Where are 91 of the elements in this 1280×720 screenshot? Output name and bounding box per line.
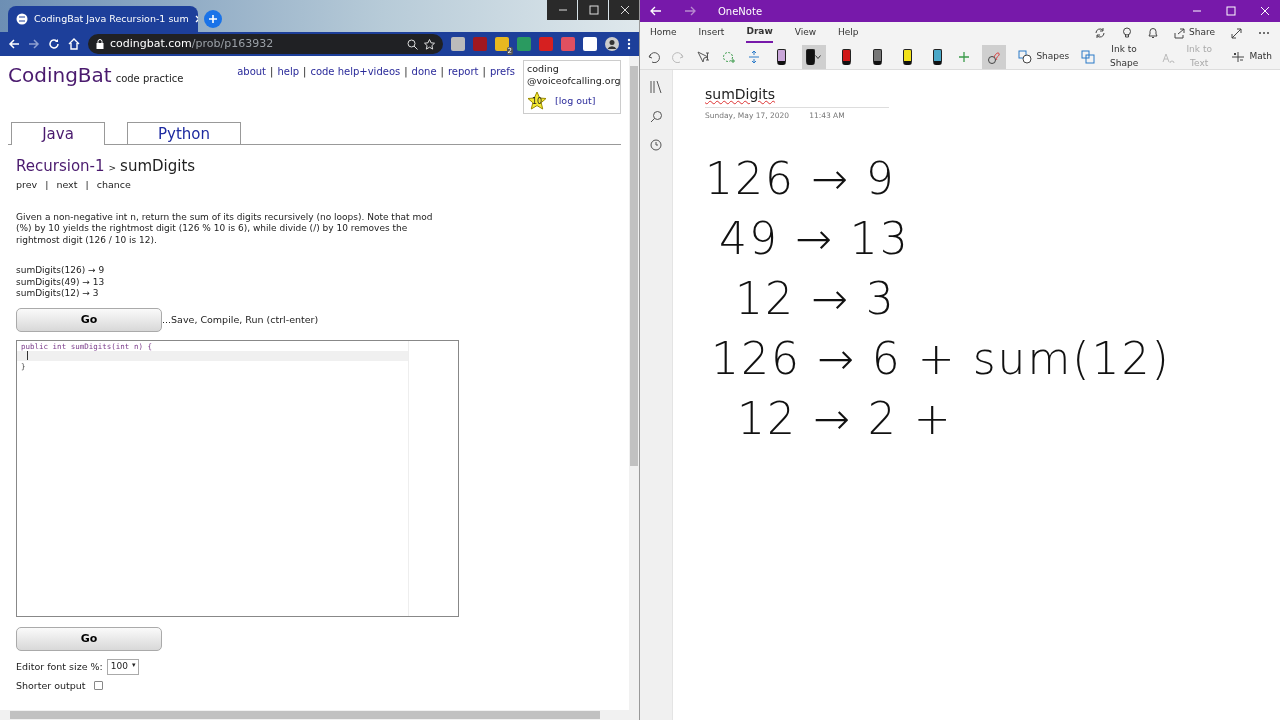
lasso-select-icon[interactable] [696,49,710,64]
separator: | [45,177,49,192]
home-icon[interactable] [68,38,80,50]
separator: | [303,65,307,79]
reload-icon[interactable] [48,38,60,50]
avatar-icon[interactable] [605,37,619,51]
ribbon-tab[interactable]: Draw [746,23,773,43]
example-text: sumDigits(126) → 9 [16,265,106,277]
tagline: code practice [115,72,184,86]
problem-description: Given a non-negative int n, return the sum of its digits recursively (no loops). Note that mod (%) by 10 yields the rightmost digit (126 % 10 is 6), while divide (/) by 10 removes the rightmost digit (126 / 10 is 12). [15,211,434,247]
star-icon[interactable] [424,38,435,50]
go-button[interactable]: Go [16,307,162,332]
problem-link[interactable]: prev [16,177,38,192]
nav-link[interactable]: about [237,64,267,79]
sync-icon[interactable] [1094,27,1106,39]
ribbon-tab[interactable]: Insert [698,24,725,42]
notebooks-icon[interactable] [649,80,663,94]
ribbon-tab[interactable]: Home [650,24,677,42]
nav-link[interactable]: done [411,64,437,79]
field-label: Editor font size %: [16,659,103,674]
shapes-icon [1081,49,1096,64]
globe-icon [16,13,28,25]
logout-link[interactable]: [log out] [555,95,596,107]
star-icon [527,91,547,111]
search-icon[interactable] [649,110,663,123]
shapes-icon [1018,49,1033,64]
section-link[interactable]: Recursion-1 [16,155,105,178]
handwritten-ink: 126 → 6 + sum(12) [710,332,1171,387]
new-tab-button[interactable] [204,10,222,28]
forward-icon[interactable] [684,6,696,16]
url-text[interactable]: codingbat.com/prob/p163932 [110,35,274,53]
share-button[interactable]: Share [1174,26,1215,40]
separator: | [270,65,274,79]
zoom-icon[interactable] [407,38,418,50]
nav-link[interactable]: prefs [489,64,515,79]
separator: | [440,65,444,79]
checkbox-label: Shorter output [16,678,86,693]
user-name: coding [527,63,560,75]
handwritten-ink: 12 → 3 [734,272,896,327]
undo-icon[interactable] [648,50,660,63]
example-text: sumDigits(49) → 13 [16,276,106,289]
language-tab[interactable]: Java [11,122,105,145]
site-logo[interactable]: CodingBat [8,60,112,90]
math-icon [1231,49,1246,64]
menu-icon[interactable] [627,38,631,50]
nav-link[interactable]: report [447,64,479,79]
plus-icon [208,14,218,24]
insert-space-icon[interactable] [748,49,760,64]
problem-link[interactable]: next [56,177,78,192]
problem-link[interactable]: chance [96,177,131,192]
expand-icon[interactable] [1231,27,1242,39]
pen-tool[interactable] [802,44,826,69]
share-icon [1174,27,1185,39]
forward-icon[interactable] [28,38,40,50]
back-icon[interactable] [8,38,20,50]
language-tab[interactable]: Python [127,122,241,144]
checkbox[interactable] [93,681,103,691]
toolbar-button[interactable]: Shapes [1018,49,1070,64]
star-count: 10 [532,98,543,106]
nav-link[interactable]: code help+videos [310,64,401,79]
more-icon[interactable] [1258,31,1270,35]
ribbon-tab[interactable]: View [794,24,817,42]
maximize-icon[interactable] [1226,6,1236,16]
caret-icon [815,54,822,59]
toolbar-button[interactable]: Ink to Shape [1081,43,1149,70]
nav-link[interactable]: help [277,64,300,79]
lock-icon [96,39,104,49]
text-cursor [27,350,28,360]
bell-icon[interactable] [1148,27,1158,39]
handwritten-ink: 12 → 2 + [736,392,953,447]
example-text: sumDigits(12) → 3 [16,288,100,300]
ribbon-tab[interactable]: Help [838,24,859,42]
app-title: OneNote [718,4,763,19]
breadcrumb-separator: > [108,162,117,175]
go-hint: ...Save, Compile, Run (ctrl-enter) [162,312,319,327]
add-pen-icon[interactable] [958,50,971,63]
handwritten-ink: 126 → 9 [705,152,896,207]
separator: | [404,65,408,79]
address-bar[interactable]: codingbat.com/prob/p163932 [88,34,443,54]
separator: | [482,65,486,79]
handwritten-ink: 49 → 13 [718,212,910,267]
back-icon[interactable] [650,6,662,16]
separator: | [85,177,89,192]
maximize-icon[interactable] [587,5,600,15]
lightbulb-icon[interactable] [1122,27,1132,39]
page-title[interactable]: sumDigits [705,86,776,102]
recent-icon[interactable] [650,139,662,151]
browser-tab[interactable]: CodingBat Java Recursion-1 sum [8,6,198,32]
problem-title: sumDigits [120,156,196,177]
toolbar-button[interactable]: Math [1231,49,1272,64]
go-button[interactable]: Go [16,627,162,651]
